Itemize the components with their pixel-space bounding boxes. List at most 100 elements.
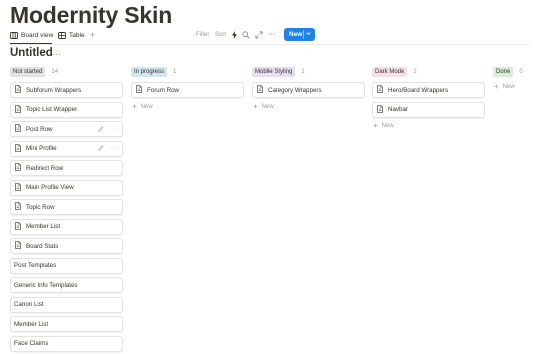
card-actions: ···	[97, 125, 119, 132]
page-icon	[15, 241, 21, 251]
view-title[interactable]: Untitled	[10, 47, 53, 59]
page-icon	[15, 202, 21, 212]
table-icon	[58, 31, 66, 39]
board-column-done: Done 0 + New	[493, 66, 533, 92]
page-icon	[136, 85, 142, 95]
status-badge: In progress	[131, 67, 168, 77]
add-new-card-button[interactable]: + New	[372, 121, 485, 131]
column-header[interactable]: Not started 14	[10, 66, 123, 78]
board-card[interactable]: Topic Row	[10, 199, 123, 215]
page-icon	[15, 124, 21, 134]
search-icon[interactable]	[242, 31, 250, 39]
page-icon	[377, 85, 383, 95]
board-card[interactable]: Member List	[10, 218, 123, 235]
toolbar: Board view Table + Filter Sort ··· New	[10, 28, 530, 45]
column-count: 1	[301, 69, 305, 75]
board-card[interactable]: Face Claims	[10, 335, 123, 352]
new-button-separator	[303, 30, 304, 39]
page-icon	[15, 182, 21, 193]
page-icon	[15, 85, 21, 95]
status-badge: Dark Mode	[372, 67, 408, 77]
card-title: Topic List Wrapper	[26, 106, 78, 113]
card-title: Post Templates	[14, 262, 57, 269]
board-card[interactable]: Topic List Wrapper	[10, 101, 123, 118]
add-new-label: New	[502, 84, 515, 90]
page-icon	[377, 104, 383, 115]
column-count: 2	[413, 69, 417, 75]
board-card[interactable]: Main Profile View	[10, 179, 123, 196]
board-card[interactable]: Subforum Wrappers	[10, 82, 123, 98]
board-card[interactable]: Hero/Board Wrappers	[372, 82, 485, 98]
add-new-card-button[interactable]: + New	[252, 102, 365, 112]
column-header[interactable]: In progress 1	[131, 66, 244, 78]
column-count: 0	[519, 69, 523, 75]
add-new-label: New	[140, 103, 153, 110]
toolbar-divider	[10, 44, 530, 45]
card-title: Face Claims	[14, 340, 49, 347]
new-button[interactable]: New	[284, 28, 315, 41]
edit-pencil-icon[interactable]	[97, 125, 104, 132]
card-title: Mini Profile	[26, 145, 57, 152]
status-badge: Not started	[10, 67, 46, 77]
board-card[interactable]: Board Stats	[10, 238, 123, 254]
board-card[interactable]: Category Wrappers	[252, 82, 365, 98]
board-column-mobile-styling: Mobile Styling 1 Category Wrappers + New	[252, 66, 365, 112]
card-more-button[interactable]: ···	[110, 145, 119, 152]
add-new-card-button[interactable]: + New	[131, 102, 244, 112]
plus-icon: +	[494, 82, 499, 91]
card-title: Board Stats	[26, 242, 59, 250]
card-actions: ···	[97, 145, 119, 152]
board-card[interactable]: Member List	[10, 316, 123, 332]
add-new-label: New	[261, 103, 274, 110]
board-card[interactable]: Mini Profile ···	[10, 140, 123, 157]
add-new-card-button[interactable]: + New	[493, 82, 533, 92]
board-card[interactable]: Navbar	[372, 101, 485, 118]
automation-bolt-icon[interactable]	[232, 31, 237, 39]
board-card[interactable]: Generic Info Templates	[10, 277, 123, 293]
sort-button[interactable]: Sort	[215, 28, 226, 42]
plus-icon: +	[253, 101, 258, 111]
page-icon	[15, 143, 21, 154]
expand-icon[interactable]	[255, 31, 263, 39]
view-more-button[interactable]: ···	[52, 47, 61, 61]
board-icon	[10, 31, 18, 39]
chevron-down-icon[interactable]	[306, 31, 311, 36]
column-header[interactable]: Mobile Styling 1	[252, 66, 365, 78]
plus-icon: +	[373, 121, 378, 130]
status-badge: Mobile Styling	[252, 67, 296, 77]
card-title: Category Wrappers	[268, 86, 322, 94]
board-card[interactable]: Post Row ···	[10, 121, 123, 137]
tab-board-view[interactable]: Board view	[10, 28, 53, 42]
board-card[interactable]: Forum Row	[131, 82, 244, 98]
column-header[interactable]: Done 0	[493, 66, 533, 78]
more-options-button[interactable]: ···	[268, 28, 275, 42]
column-header[interactable]: Dark Mode 2	[372, 66, 485, 78]
board-column-dark-mode: Dark Mode 2 Hero/Board Wrappers Navbar + New	[372, 66, 485, 131]
page-title: Modernity Skin	[10, 2, 173, 28]
new-button-label: New	[289, 31, 303, 38]
tab-label: Table	[69, 31, 85, 39]
add-new-label: New	[381, 123, 394, 129]
card-title: Redirect Row	[26, 164, 64, 172]
card-title: Member List	[26, 223, 61, 230]
card-title: Hero/Board Wrappers	[388, 86, 449, 94]
tab-label: Board view	[21, 31, 54, 39]
card-title: Subforum Wrappers	[26, 86, 82, 94]
card-title: Generic Info Templates	[14, 281, 78, 289]
card-title: Navbar	[388, 106, 408, 113]
page-icon	[257, 85, 263, 95]
card-title: Canon List	[14, 301, 44, 308]
card-more-button[interactable]: ···	[110, 125, 119, 132]
card-title: Topic Row	[26, 203, 55, 211]
card-title: Main Profile View	[26, 184, 74, 191]
column-count: 14	[51, 69, 59, 75]
add-view-button[interactable]: +	[90, 28, 95, 42]
board-card[interactable]: Redirect Row	[10, 160, 123, 176]
board-card[interactable]: Post Templates	[10, 257, 123, 274]
card-title: Member List	[14, 320, 49, 328]
filter-button[interactable]: Filter	[196, 28, 209, 42]
edit-pencil-icon[interactable]	[97, 145, 104, 151]
board-card[interactable]: Canon List	[10, 296, 123, 313]
board-column-not-started: Not started 14 Subforum Wrappers Topic List…	[10, 66, 123, 354]
tab-table[interactable]: Table	[58, 28, 85, 42]
